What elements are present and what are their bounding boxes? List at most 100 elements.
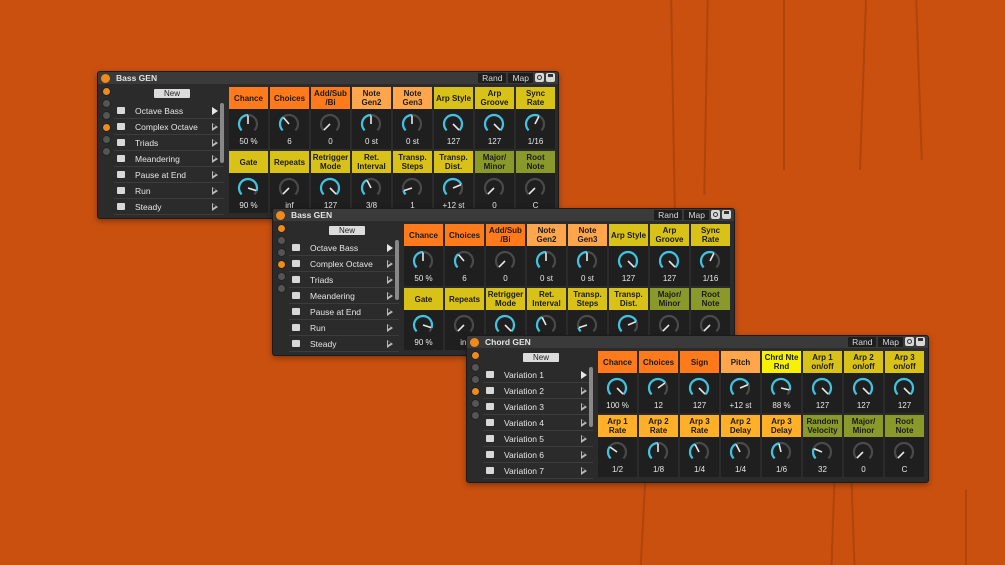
- knob-dial[interactable]: [810, 376, 834, 398]
- swap-icon[interactable]: [711, 210, 720, 219]
- option-icon[interactable]: [101, 135, 111, 144]
- add-icon[interactable]: [276, 236, 286, 245]
- rand-button[interactable]: Rand: [848, 337, 877, 347]
- knob-dial[interactable]: [277, 112, 301, 134]
- save-icon[interactable]: [546, 73, 555, 82]
- knob-dial[interactable]: [605, 376, 629, 398]
- knob-dial[interactable]: [523, 112, 547, 134]
- power-icon[interactable]: [101, 73, 110, 83]
- knob-dial[interactable]: [236, 176, 260, 198]
- option-icon[interactable]: [470, 399, 480, 408]
- preset-item[interactable]: Pause at End: [114, 167, 224, 183]
- knob-dial[interactable]: [605, 440, 629, 462]
- knob-dial[interactable]: [534, 249, 558, 271]
- play-arrow-icon[interactable]: [212, 186, 218, 195]
- knob-dial[interactable]: [698, 313, 722, 335]
- knob-dial[interactable]: [441, 112, 465, 134]
- remove-icon[interactable]: [470, 375, 480, 384]
- play-arrow-icon[interactable]: [387, 307, 393, 316]
- knob-dial[interactable]: [236, 112, 260, 134]
- option-icon[interactable]: [276, 284, 286, 293]
- toggle-icon[interactable]: [470, 387, 480, 396]
- preset-item[interactable]: Octave Bass: [114, 103, 224, 119]
- toggle-icon[interactable]: [276, 260, 286, 269]
- preset-item[interactable]: Complex Octave: [289, 256, 399, 272]
- knob-dial[interactable]: [657, 313, 681, 335]
- knob-dial[interactable]: [400, 112, 424, 134]
- knob-dial[interactable]: [892, 440, 916, 462]
- play-arrow-icon[interactable]: [387, 291, 393, 300]
- knob-dial[interactable]: [616, 249, 640, 271]
- power-icon[interactable]: [276, 210, 285, 220]
- knob-dial[interactable]: [411, 313, 435, 335]
- save-icon[interactable]: [916, 337, 925, 346]
- map-button[interactable]: Map: [684, 210, 709, 220]
- map-button[interactable]: Map: [878, 337, 903, 347]
- new-preset-button[interactable]: New: [329, 226, 365, 235]
- knob-dial[interactable]: [687, 440, 711, 462]
- knob-dial[interactable]: [482, 112, 506, 134]
- remove-icon[interactable]: [276, 248, 286, 257]
- preset-item[interactable]: Run: [114, 183, 224, 199]
- knob-dial[interactable]: [318, 112, 342, 134]
- play-arrow-icon[interactable]: [581, 386, 587, 395]
- play-arrow-icon[interactable]: [581, 418, 587, 427]
- preset-item[interactable]: Variation 2: [483, 383, 593, 399]
- knob-dial[interactable]: [441, 176, 465, 198]
- knob-dial[interactable]: [277, 176, 301, 198]
- knob-dial[interactable]: [657, 249, 681, 271]
- play-arrow-icon[interactable]: [387, 339, 393, 348]
- knob-dial[interactable]: [452, 313, 476, 335]
- knob-dial[interactable]: [728, 376, 752, 398]
- swap-icon[interactable]: [535, 73, 544, 82]
- map-button[interactable]: Map: [508, 73, 533, 83]
- preset-item[interactable]: Octave Bass: [289, 240, 399, 256]
- knob-dial[interactable]: [411, 249, 435, 271]
- play-arrow-icon[interactable]: [212, 154, 218, 163]
- play-arrow-icon[interactable]: [581, 370, 587, 379]
- play-arrow-icon[interactable]: [212, 202, 218, 211]
- knob-dial[interactable]: [575, 313, 599, 335]
- rand-button[interactable]: Rand: [654, 210, 683, 220]
- knob-dial[interactable]: [769, 440, 793, 462]
- knob-dial[interactable]: [646, 376, 670, 398]
- preset-item[interactable]: Steady: [289, 336, 399, 352]
- preset-item[interactable]: Meandering: [289, 288, 399, 304]
- preset-item[interactable]: Variation 6: [483, 447, 593, 463]
- preset-scrollbar[interactable]: [589, 367, 593, 427]
- play-arrow-icon[interactable]: [581, 402, 587, 411]
- preset-item[interactable]: Complex Octave: [114, 119, 224, 135]
- play-arrow-icon[interactable]: [212, 138, 218, 147]
- new-preset-button[interactable]: New: [154, 89, 190, 98]
- preset-item[interactable]: Meandering: [114, 151, 224, 167]
- knob-dial[interactable]: [687, 376, 711, 398]
- play-arrow-icon[interactable]: [387, 243, 393, 252]
- knob-dial[interactable]: [851, 376, 875, 398]
- preset-item[interactable]: Variation 1: [483, 367, 593, 383]
- preset-item[interactable]: Variation 3: [483, 399, 593, 415]
- knob-dial[interactable]: [482, 176, 506, 198]
- knob-dial[interactable]: [616, 313, 640, 335]
- preset-item[interactable]: Variation 5: [483, 431, 593, 447]
- preset-scrollbar[interactable]: [220, 103, 224, 163]
- add-icon[interactable]: [470, 363, 480, 372]
- knob-dial[interactable]: [493, 249, 517, 271]
- preset-scrollbar[interactable]: [395, 240, 399, 300]
- option-icon[interactable]: [470, 411, 480, 420]
- preset-item[interactable]: Run: [289, 320, 399, 336]
- option-icon[interactable]: [276, 272, 286, 281]
- rand-button[interactable]: Rand: [478, 73, 507, 83]
- new-preset-button[interactable]: New: [523, 353, 559, 362]
- knob-dial[interactable]: [452, 249, 476, 271]
- option-icon[interactable]: [101, 147, 111, 156]
- knob-dial[interactable]: [892, 376, 916, 398]
- hot-swap-icon[interactable]: [470, 351, 480, 360]
- knob-dial[interactable]: [523, 176, 547, 198]
- play-arrow-icon[interactable]: [212, 106, 218, 115]
- play-arrow-icon[interactable]: [212, 122, 218, 131]
- knob-dial[interactable]: [810, 440, 834, 462]
- swap-icon[interactable]: [905, 337, 914, 346]
- play-arrow-icon[interactable]: [212, 170, 218, 179]
- play-arrow-icon[interactable]: [387, 259, 393, 268]
- preset-item[interactable]: Triads: [289, 272, 399, 288]
